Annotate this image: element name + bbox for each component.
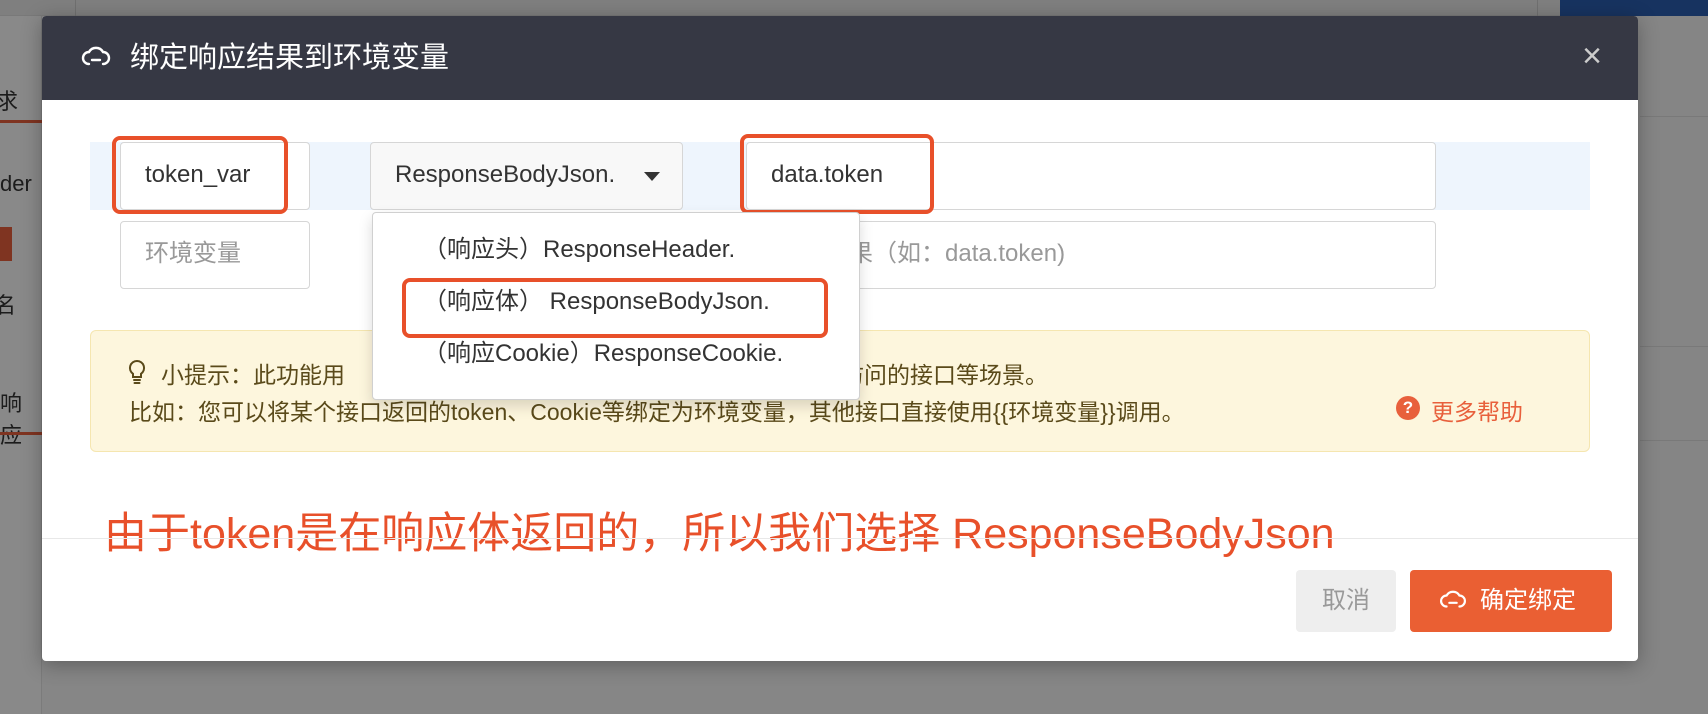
bind-env-modal: 绑定响应结果到环境变量 × token_var ResponseBodyJson…	[42, 16, 1638, 661]
close-icon[interactable]: ×	[1572, 36, 1612, 76]
lightbulb-icon	[128, 359, 146, 384]
cancel-button[interactable]: 取消	[1296, 570, 1396, 632]
dropdown-option-response-header[interactable]: （响应头）ResponseHeader.	[373, 225, 861, 275]
modal-title: 绑定响应结果到环境变量	[130, 42, 450, 74]
question-circle-icon[interactable]: ?	[1396, 396, 1420, 420]
env-var-name-input-empty[interactable]: 环境变量	[120, 221, 310, 289]
caret-down-icon	[644, 172, 660, 181]
confirm-bind-label: 确定绑定	[1480, 587, 1576, 614]
cloud-link-icon	[1440, 590, 1466, 608]
dropdown-option-response-body-json[interactable]: （响应体） ResponseBodyJson.	[373, 277, 861, 327]
tip-text-line1-start: 小提示：此功能用	[161, 362, 345, 388]
response-path-placeholder: 果（如：data.token)	[849, 240, 1066, 267]
tip-text-line1-end: 访问的接口等场景。	[841, 362, 1048, 388]
response-source-value: ResponseBodyJson.	[395, 161, 616, 188]
response-source-select[interactable]: ResponseBodyJson.	[370, 142, 683, 210]
annotation-text: 由于token是在响应体返回的，所以我们选择 ResponseBodyJson	[104, 510, 1335, 558]
dropdown-option-response-cookie[interactable]: （响应Cookie）ResponseCookie.	[373, 329, 861, 379]
env-var-name-input[interactable]: token_var	[120, 142, 310, 210]
confirm-bind-button[interactable]: 确定绑定	[1410, 570, 1612, 632]
footer-divider	[42, 538, 1638, 539]
cloud-link-icon	[81, 46, 111, 66]
response-source-dropdown: （响应头）ResponseHeader. （响应体） ResponseBodyJ…	[372, 212, 860, 400]
modal-header: 绑定响应结果到环境变量 ×	[42, 16, 1638, 100]
more-help-link[interactable]: 更多帮助	[1431, 393, 1523, 427]
response-path-input[interactable]: data.token	[746, 142, 1436, 210]
